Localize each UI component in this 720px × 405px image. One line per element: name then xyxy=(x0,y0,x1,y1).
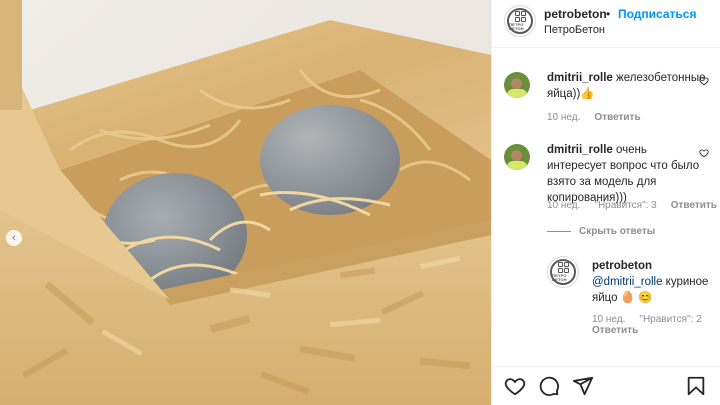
reply-meta: 10 нед. "Нравится": 2 Ответить xyxy=(592,314,702,336)
separator-dot: • xyxy=(606,7,611,21)
reply-mention[interactable]: @dmitrii_rolle xyxy=(592,276,662,288)
reply-button[interactable]: Ответить xyxy=(594,112,640,123)
reply-likes[interactable]: "Нравится": 2 xyxy=(639,314,701,325)
reply-button[interactable]: Ответить xyxy=(592,325,638,336)
reply-text: petrobeton @dmitrii_rolle куриное яйцо 🥚… xyxy=(592,258,714,306)
comment-username[interactable]: dmitrii_rolle xyxy=(547,144,613,156)
reply-button[interactable]: Ответить xyxy=(671,200,717,211)
brand-logo-icon: ПЕТРО БЕТОН xyxy=(550,259,576,285)
reply-avatar[interactable]: ПЕТРО БЕТОН xyxy=(547,256,579,288)
comment-time[interactable]: 10 нед. xyxy=(547,112,580,123)
comments-list: dmitrii_rolle железобетонные яйца))👍 10 … xyxy=(492,48,720,366)
bookmark-icon[interactable] xyxy=(685,375,707,397)
commenter-avatar[interactable] xyxy=(504,144,530,170)
post-actions xyxy=(492,366,720,405)
logo-text: ПЕТРО БЕТОН xyxy=(552,273,567,282)
photo-image xyxy=(0,0,491,405)
comment-icon[interactable] xyxy=(538,375,560,397)
post-username[interactable]: petrobeton xyxy=(544,7,607,21)
avatar[interactable]: ПЕТРО БЕТОН xyxy=(504,5,536,37)
follow-button[interactable]: Подписаться xyxy=(618,7,696,21)
post-sidebar: ПЕТРО БЕТОН petrobeton • Подписаться Пет… xyxy=(491,0,720,405)
comment-meta: 10 нед. "Нравится": 3 Ответить xyxy=(547,200,717,211)
logo-text: ПЕТРО БЕТОН xyxy=(509,22,524,31)
share-icon[interactable] xyxy=(572,375,594,397)
heart-icon[interactable] xyxy=(504,375,526,397)
comment-meta: 10 нед. Ответить xyxy=(547,112,641,123)
post-photo[interactable]: ‹ xyxy=(0,0,491,405)
hide-replies-line xyxy=(547,231,571,232)
comment-like-heart-icon[interactable] xyxy=(699,148,709,158)
comment-username[interactable]: dmitrii_rolle xyxy=(547,72,613,84)
commenter-avatar[interactable] xyxy=(504,72,530,98)
brand-logo-icon: ПЕТРО БЕТОН xyxy=(507,8,533,34)
post-subtitle: ПетроБетон xyxy=(544,24,606,36)
carousel-indicator-icon[interactable]: ‹ xyxy=(6,230,22,246)
post-header: ПЕТРО БЕТОН petrobeton • Подписаться Пет… xyxy=(492,0,720,48)
comment-time[interactable]: 10 нед. xyxy=(547,200,580,211)
hide-replies-label: Скрыть ответы xyxy=(579,226,656,237)
comment-likes[interactable]: "Нравится": 3 xyxy=(594,200,656,211)
reply-time[interactable]: 10 нед. xyxy=(592,314,625,325)
hide-replies-button[interactable]: Скрыть ответы xyxy=(547,226,655,237)
comment-text: dmitrii_rolle железобетонные яйца))👍 xyxy=(547,70,707,102)
comment-text: dmitrii_rolle очень интересует вопрос чт… xyxy=(547,142,709,206)
reply-username[interactable]: petrobeton xyxy=(592,260,652,272)
comment-like-heart-icon[interactable] xyxy=(699,76,709,86)
